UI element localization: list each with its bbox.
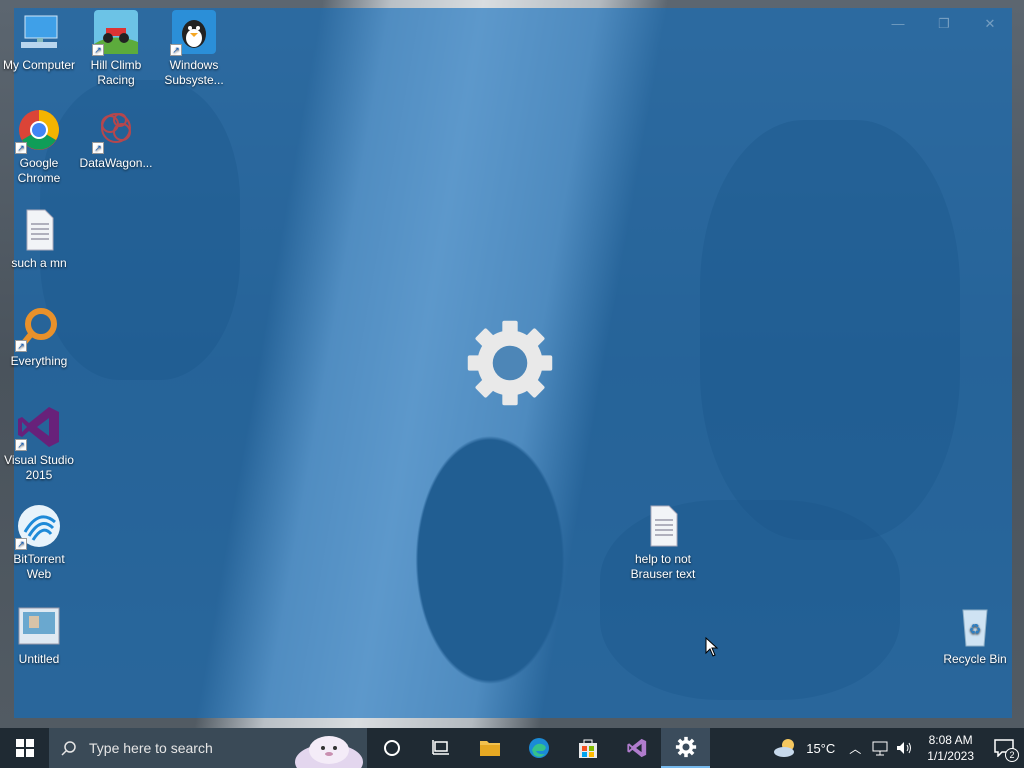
- taskbar-search-box[interactable]: Type here to search: [49, 728, 367, 768]
- desktop-icon-wsl[interactable]: ↗ Windows Subsyste...: [155, 8, 233, 88]
- task-view-button[interactable]: [416, 728, 465, 768]
- desktop-icon-datawagon[interactable]: ↗ DataWagon...: [77, 106, 155, 171]
- action-center-button[interactable]: 2: [984, 728, 1024, 768]
- desktop-icon-recycle-bin[interactable]: ♻ Recycle Bin: [936, 602, 1014, 667]
- desktop-icon-label: Visual Studio 2015: [4, 453, 74, 482]
- desktop-icon-label: DataWagon...: [79, 156, 153, 170]
- taskbar-store[interactable]: [563, 728, 612, 768]
- desktop-icon-visual-studio[interactable]: ↗ Visual Studio 2015: [0, 403, 78, 483]
- close-button[interactable]: ✕: [978, 16, 1002, 32]
- shortcut-arrow-icon: ↗: [170, 44, 182, 56]
- taskbar-clock[interactable]: 8:08 AM 1/1/2023: [917, 732, 984, 764]
- bittorrent-icon: ↗: [15, 502, 63, 550]
- everything-search-icon: ↗: [15, 304, 63, 352]
- settings-splash-window: — ❐ ✕: [14, 8, 1012, 718]
- desktop-icon-label: Recycle Bin: [943, 652, 1007, 666]
- search-highlight-illustration-icon: [295, 736, 363, 768]
- show-hidden-icons-chevron-icon[interactable]: ︿: [849, 740, 861, 757]
- search-icon: [61, 741, 76, 756]
- weather-cloudy-night-icon[interactable]: [772, 737, 798, 759]
- store-bag-icon: [578, 739, 597, 758]
- clock-time: 8:08 AM: [928, 733, 973, 747]
- windows-logo-icon: [15, 739, 34, 757]
- desktop-icon-label: Windows Subsyste...: [164, 58, 224, 87]
- window-controls: — ❐ ✕: [886, 16, 1002, 32]
- start-button[interactable]: [0, 728, 49, 768]
- desktop-icon-label: such a mn: [11, 256, 67, 270]
- clock-date: 1/1/2023: [927, 749, 974, 763]
- desktop-icon-label: Everything: [10, 354, 68, 368]
- visual-studio-icon: [626, 738, 646, 758]
- network-icon[interactable]: [871, 740, 889, 756]
- edge-browser-icon: [528, 738, 549, 758]
- shortcut-arrow-icon: ↗: [15, 538, 27, 550]
- text-file-icon: [15, 206, 63, 254]
- chrome-icon: ↗: [15, 106, 63, 154]
- settings-gear-icon: [675, 736, 696, 758]
- svg-text:♻: ♻: [969, 622, 982, 638]
- desktop-icon-hill-climb-racing[interactable]: ↗ Hill Climb Racing: [77, 8, 155, 88]
- notification-count-badge: 2: [1005, 748, 1019, 762]
- visual-studio-icon: ↗: [15, 403, 63, 451]
- desktop-icon-label: Untitled: [18, 652, 60, 666]
- taskbar-settings[interactable]: [661, 728, 710, 768]
- shortcut-arrow-icon: ↗: [15, 439, 27, 451]
- desktop-icon-google-chrome[interactable]: ↗ Google Chrome: [0, 106, 78, 186]
- minimize-button[interactable]: —: [886, 16, 910, 32]
- shortcut-arrow-icon: ↗: [15, 142, 27, 154]
- wsl-penguin-icon: ↗: [170, 8, 218, 56]
- mouse-cursor-icon: [705, 637, 719, 657]
- desktop-icon-label: BitTorrent Web: [13, 552, 65, 581]
- search-placeholder: Type here to search: [89, 740, 213, 756]
- desktop-icon-label: Google Chrome: [17, 156, 61, 185]
- taskbar: Type here to search 15°C ︿ 8:08 AM 1/1/2: [0, 728, 1024, 768]
- recycle-bin-icon: ♻: [951, 602, 999, 650]
- shortcut-arrow-icon: ↗: [15, 340, 27, 352]
- task-view-icon: [431, 740, 449, 755]
- taskbar-file-explorer[interactable]: [465, 728, 514, 768]
- cortana-circle-icon: [383, 740, 400, 756]
- shortcut-arrow-icon: ↗: [92, 142, 104, 154]
- desktop-icon-everything[interactable]: ↗ Everything: [0, 304, 78, 369]
- volume-icon[interactable]: [895, 740, 913, 756]
- desktop-icon-bittorrent[interactable]: ↗ BitTorrent Web: [0, 502, 78, 582]
- restore-button[interactable]: ❐: [932, 16, 956, 32]
- desktop-icon-such-a-mn[interactable]: such a mn: [0, 206, 78, 271]
- desktop-icon-my-computer[interactable]: My Computer: [0, 8, 78, 73]
- desktop-icon-label: My Computer: [2, 58, 76, 72]
- desktop-icon-label: Hill Climb Racing: [90, 58, 142, 87]
- desktop-icon-label: help to not Brauser text: [630, 552, 696, 581]
- desktop-icon-help-to-not-brauser-text[interactable]: help to not Brauser text: [624, 502, 702, 582]
- cortana-button[interactable]: [367, 728, 416, 768]
- text-file-icon: [639, 502, 687, 550]
- computer-icon: [15, 8, 63, 56]
- shortcut-arrow-icon: ↗: [92, 44, 104, 56]
- desktop-icon-untitled[interactable]: Untitled: [0, 602, 78, 667]
- system-tray: 15°C ︿ 8:08 AM 1/1/2023 2: [772, 728, 1024, 768]
- hill-climb-racing-icon: ↗: [92, 8, 140, 56]
- taskbar-visual-studio[interactable]: [612, 728, 661, 768]
- taskbar-edge[interactable]: [514, 728, 563, 768]
- image-file-icon: [15, 602, 63, 650]
- weather-temperature[interactable]: 15°C: [806, 741, 835, 756]
- datawagon-icon: ↗: [92, 106, 140, 154]
- settings-gear-icon: [467, 320, 553, 406]
- folder-icon: [479, 741, 500, 756]
